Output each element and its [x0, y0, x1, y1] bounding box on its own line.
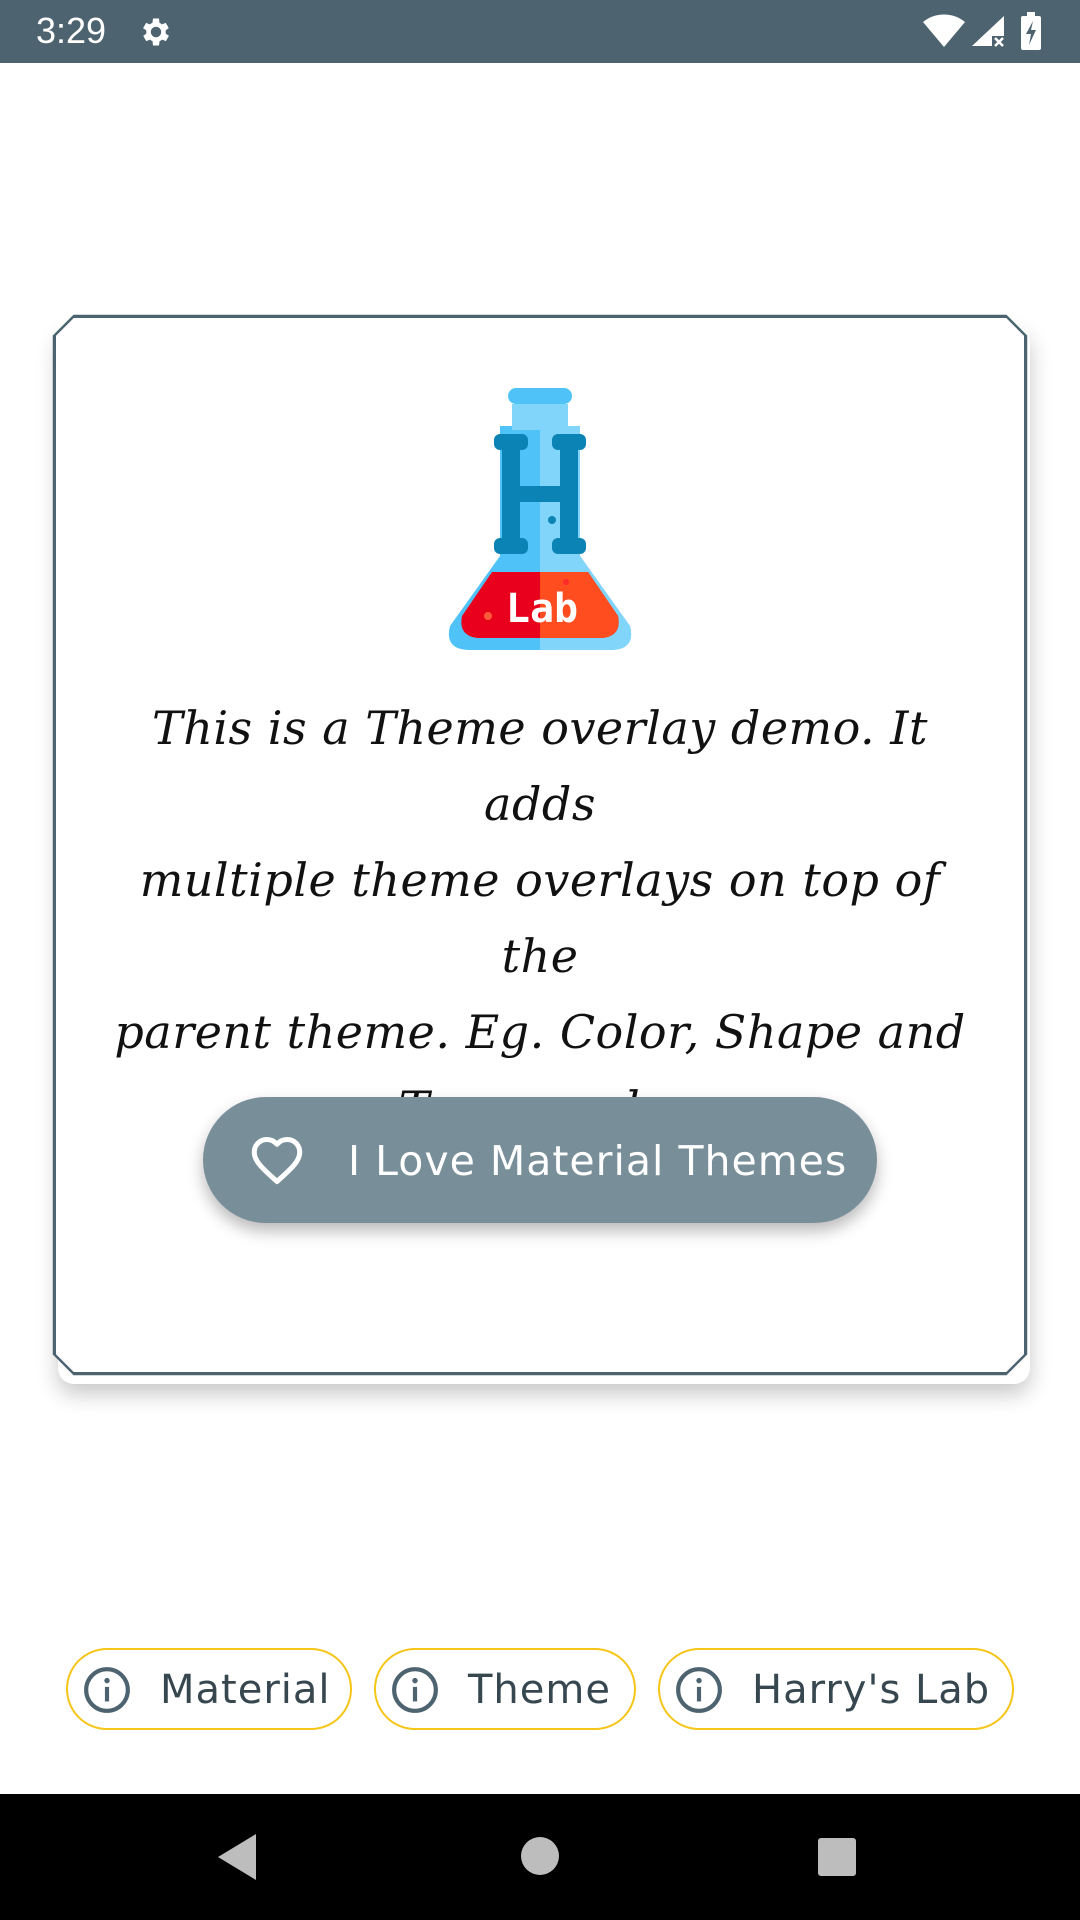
back-icon[interactable]: [216, 1832, 260, 1882]
love-material-themes-button[interactable]: I Love Material Themes: [203, 1097, 877, 1223]
chip-label: Theme: [468, 1667, 611, 1713]
wifi-icon: [923, 14, 965, 47]
love-button-label: I Love Material Themes: [348, 1137, 848, 1185]
heart-outline-icon: [251, 1137, 303, 1185]
description-line: parent theme. Eg. Color, Shape and: [114, 1005, 966, 1059]
recents-icon[interactable]: [817, 1837, 857, 1877]
info-icon: [84, 1667, 130, 1713]
logo-label: Lab: [506, 586, 578, 632]
home-icon[interactable]: [520, 1836, 560, 1876]
info-icon: [392, 1667, 438, 1713]
gear-icon: [143, 18, 169, 46]
lab-flask-logo: Lab: [448, 388, 632, 650]
chip-material[interactable]: Material: [66, 1648, 352, 1730]
screen: 3:29 Lab This is a Theme overlay demo. I…: [0, 0, 1080, 1920]
chip-label: Harry's Lab: [752, 1667, 991, 1713]
chip-label: Material: [160, 1667, 331, 1713]
info-icon: [676, 1667, 722, 1713]
cell-signal-icon: [972, 16, 1004, 47]
battery-charging-icon: [1021, 12, 1041, 50]
chip-harrys-lab[interactable]: Harry's Lab: [658, 1648, 1014, 1730]
status-time: 3:29: [36, 10, 107, 51]
description-line: This is a Theme overlay demo. It adds: [152, 701, 928, 831]
description-text: This is a Theme overlay demo. It adds mu…: [100, 690, 980, 1146]
status-bar: 3:29: [0, 0, 1080, 63]
description-line: multiple theme overlays on top of the: [139, 853, 941, 983]
navigation-bar: [0, 1794, 1080, 1920]
chip-theme[interactable]: Theme: [374, 1648, 636, 1730]
